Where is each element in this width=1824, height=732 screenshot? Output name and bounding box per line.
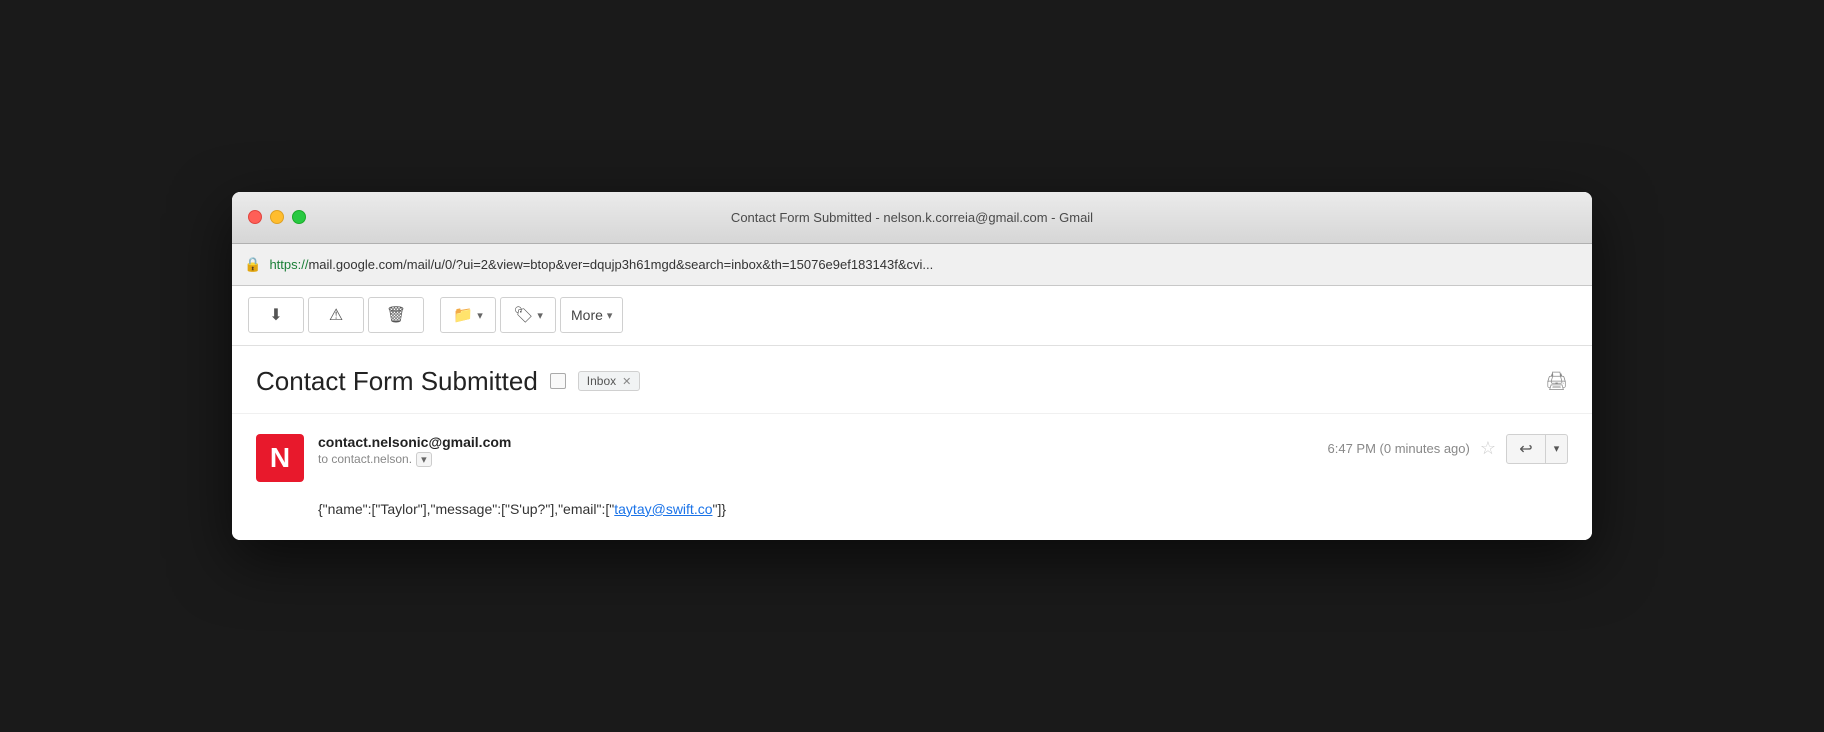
url-field[interactable]: https://mail.google.com/mail/u/0/?ui=2&v… [269,257,933,272]
folder-icon: 📁 [453,305,473,325]
to-text: to contact.nelson. [318,452,412,466]
archive-icon: ⬇ [269,305,282,325]
window-title: Contact Form Submitted - nelson.k.correi… [731,210,1093,225]
trash-icon: 🗑 [386,305,406,325]
spam-button[interactable]: ⚠ [308,297,364,333]
email-meta: 6:47 PM (0 minutes ago) ☆ ↩ ▾ [1328,434,1569,464]
lock-icon: 🔒 [244,256,261,273]
reply-group: ↩ ▾ [1506,434,1568,464]
close-button[interactable] [248,210,262,224]
reply-dropdown-button[interactable]: ▾ [1546,434,1568,464]
email-link[interactable]: taytay@swift.co [614,501,712,517]
sender-to: to contact.nelson. ▾ [318,452,1314,467]
url-https: https:// [269,257,308,272]
more-chevron-icon: ▾ [607,309,613,322]
label-icon: 🏷 [513,305,533,325]
reply-button[interactable]: ↩ [1506,434,1546,464]
archive-button[interactable]: ⬇ [248,297,304,333]
subject-checkbox[interactable] [550,373,566,389]
url-rest: mail.google.com/mail/u/0/?ui=2&view=btop… [308,257,933,272]
spam-icon: ⚠ [329,305,343,325]
avatar-initial: N [270,442,290,474]
email-area: Contact Form Submitted Inbox ✕ 🖨 N conta… [232,346,1592,540]
address-bar: 🔒 https://mail.google.com/mail/u/0/?ui=2… [232,244,1592,286]
more-label: More [571,307,603,323]
traffic-lights [248,210,306,224]
toolbar: ⬇ ⚠ 🗑 📁 ▾ 🏷 ▾ More ▾ [232,286,1592,346]
sender-info: contact.nelsonic@gmail.com to contact.ne… [318,434,1314,467]
move-to-button[interactable]: 📁 ▾ [440,297,496,333]
body-text-part1: {"name":["Taylor"],"message":["S'up?"],"… [318,501,614,517]
title-bar: Contact Form Submitted - nelson.k.correi… [232,192,1592,244]
inbox-tag-label: Inbox [587,374,616,388]
body-text-part2: "]} [713,501,727,517]
toolbar-left-group: ⬇ ⚠ 🗑 [248,297,424,333]
maximize-button[interactable] [292,210,306,224]
to-dropdown-button[interactable]: ▾ [416,452,432,467]
sender-avatar: N [256,434,304,482]
email-header: N contact.nelsonic@gmail.com to contact.… [256,434,1568,482]
label-chevron-icon: ▾ [537,309,543,322]
delete-button[interactable]: 🗑 [368,297,424,333]
email-message: N contact.nelsonic@gmail.com to contact.… [232,414,1592,540]
print-icon[interactable]: 🖨 [1545,371,1568,392]
star-icon[interactable]: ☆ [1480,438,1496,459]
browser-window: Contact Form Submitted - nelson.k.correi… [232,192,1592,540]
inbox-tag-close[interactable]: ✕ [622,375,631,388]
email-timestamp: 6:47 PM (0 minutes ago) [1328,441,1470,456]
more-button[interactable]: More ▾ [560,297,623,333]
folder-chevron-icon: ▾ [477,309,483,322]
inbox-tag: Inbox ✕ [578,371,641,391]
sender-name: contact.nelsonic@gmail.com [318,434,1314,450]
email-body: {"name":["Taylor"],"message":["S'up?"],"… [256,498,1568,520]
email-subject: Contact Form Submitted [256,366,538,397]
subject-bar: Contact Form Submitted Inbox ✕ 🖨 [232,346,1592,414]
labels-button[interactable]: 🏷 ▾ [500,297,556,333]
minimize-button[interactable] [270,210,284,224]
